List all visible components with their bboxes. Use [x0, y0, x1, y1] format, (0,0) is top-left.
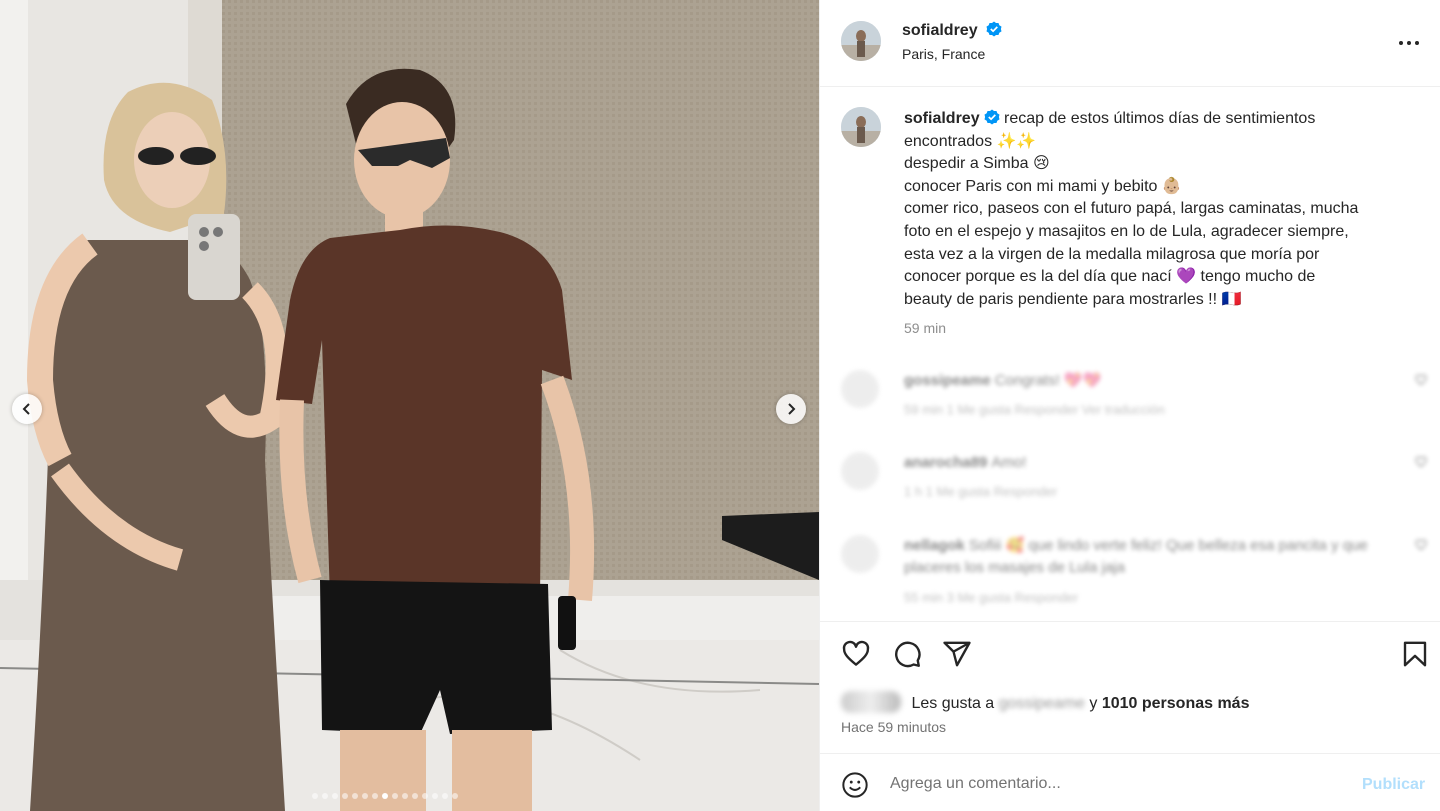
publish-button[interactable]: Publicar [1362, 776, 1425, 794]
verified-badge-icon [984, 109, 1000, 125]
heart-icon[interactable] [1415, 374, 1427, 386]
comment-text: nellagok Sofiii 🥰 que lindo verte feliz! … [904, 535, 1404, 579]
carousel-indicator [312, 793, 458, 799]
heart-icon[interactable] [841, 639, 871, 669]
likes-connector: y [1089, 695, 1098, 712]
post-side-panel: sofialdrey Paris, France sofialdrey reca… [819, 0, 1440, 811]
more-horizontal-icon [1399, 41, 1419, 45]
caption-timestamp[interactable]: 59 min [904, 320, 946, 336]
carousel-dot [442, 793, 448, 799]
comment-meta[interactable]: 1 h 1 Me gusta Responder [904, 484, 1057, 499]
paper-plane-icon[interactable] [942, 639, 972, 669]
comment-body: Amo! [991, 454, 1027, 471]
heart-icon[interactable] [1415, 539, 1427, 551]
more-options-button[interactable] [1398, 34, 1420, 52]
smiley-icon[interactable] [841, 771, 869, 799]
carousel-dot [452, 793, 458, 799]
caption-line: esta vez a la virgen de la medalla milag… [904, 245, 1320, 263]
comment-text: anarocha89 Amo! [904, 452, 1404, 474]
carousel-dot [352, 793, 358, 799]
carousel-dot [412, 793, 418, 799]
comment-body: Congrats! 💖💖 [994, 372, 1102, 389]
comment-username[interactable]: anarocha89 [904, 454, 987, 471]
caption-avatar[interactable] [841, 107, 881, 147]
comment-username[interactable]: nellagok [904, 537, 965, 554]
chevron-right-icon [788, 403, 796, 415]
comment-username[interactable]: gossipeame [904, 372, 991, 389]
caption-line: conocer porque es la del día que nací 💜 … [904, 268, 1316, 286]
post-photo[interactable] [0, 0, 819, 811]
carousel-dot [312, 793, 318, 799]
carousel-dot [392, 793, 398, 799]
caption-line: despedir a Simba 😢 [904, 155, 1050, 173]
bookmark-icon[interactable] [1400, 639, 1430, 669]
carousel-dot [402, 793, 408, 799]
liker-username[interactable]: gossipeame [999, 695, 1085, 712]
carousel-dot [332, 793, 338, 799]
username-text[interactable]: sofialdrey [902, 22, 978, 39]
comment-text: gossipeame Congrats! 💖💖 [904, 370, 1404, 392]
profile-picture [841, 107, 881, 147]
profile-picture [841, 21, 881, 61]
caption-line: comer rico, paseos con el futuro papá, l… [904, 200, 1359, 218]
caption-line: conocer Paris con mi mami y bebito 👶🏼 [904, 177, 1182, 195]
mirror-selfie-image [0, 0, 819, 811]
caption-line: sofialdrey recap de estos últimos días d… [904, 108, 1404, 131]
carousel-dot [372, 793, 378, 799]
caption-line: foto en el espejo y masajitos en lo de L… [904, 222, 1349, 240]
carousel-dot [342, 793, 348, 799]
comment-bubble-icon[interactable] [892, 639, 922, 669]
heart-icon[interactable] [1415, 456, 1427, 468]
carousel-dot [382, 793, 388, 799]
carousel-dot [432, 793, 438, 799]
post-header: sofialdrey Paris, France [820, 0, 1440, 87]
carousel-dot [362, 793, 368, 799]
liker-avatars [841, 691, 901, 713]
post-caption: sofialdrey recap de estos últimos días d… [904, 108, 1404, 311]
comment-meta[interactable]: 59 min 1 Me gusta Responder Ver traducci… [904, 402, 1165, 417]
likes-count[interactable]: 1010 personas más [1102, 695, 1250, 712]
avatar[interactable] [841, 535, 879, 573]
carousel-prev-button[interactable] [12, 394, 42, 424]
post-author[interactable]: sofialdrey [902, 21, 1002, 40]
comment-body: Sofiii 🥰 que lindo verte feliz! Que bell… [904, 537, 1368, 576]
add-comment-bar: Publicar [820, 753, 1440, 811]
avatar[interactable] [841, 370, 879, 408]
comment-meta[interactable]: 55 min 3 Me gusta Responder [904, 590, 1078, 605]
likes-prefix: Les gusta a [911, 695, 995, 712]
carousel-dot [322, 793, 328, 799]
post-timestamp[interactable]: Hace 59 minutos [841, 719, 946, 735]
chevron-left-icon [22, 403, 30, 415]
carousel-dot [422, 793, 428, 799]
caption-text: recap de estos últimos días de sentimien… [1004, 110, 1316, 127]
comment-input[interactable] [890, 772, 1340, 796]
caption-line: encontrados ✨✨ [904, 132, 1037, 150]
avatar[interactable] [841, 21, 881, 61]
avatar[interactable] [841, 452, 879, 490]
likes-summary[interactable]: Les gusta a gossipeame y 1010 personas m… [841, 691, 1249, 713]
post-location[interactable]: Paris, France [902, 46, 985, 62]
verified-badge-icon [986, 21, 1002, 37]
caption-line: beauty de paris pendiente para mostrarle… [904, 290, 1242, 308]
carousel-next-button[interactable] [776, 394, 806, 424]
caption-username[interactable]: sofialdrey [904, 110, 980, 127]
